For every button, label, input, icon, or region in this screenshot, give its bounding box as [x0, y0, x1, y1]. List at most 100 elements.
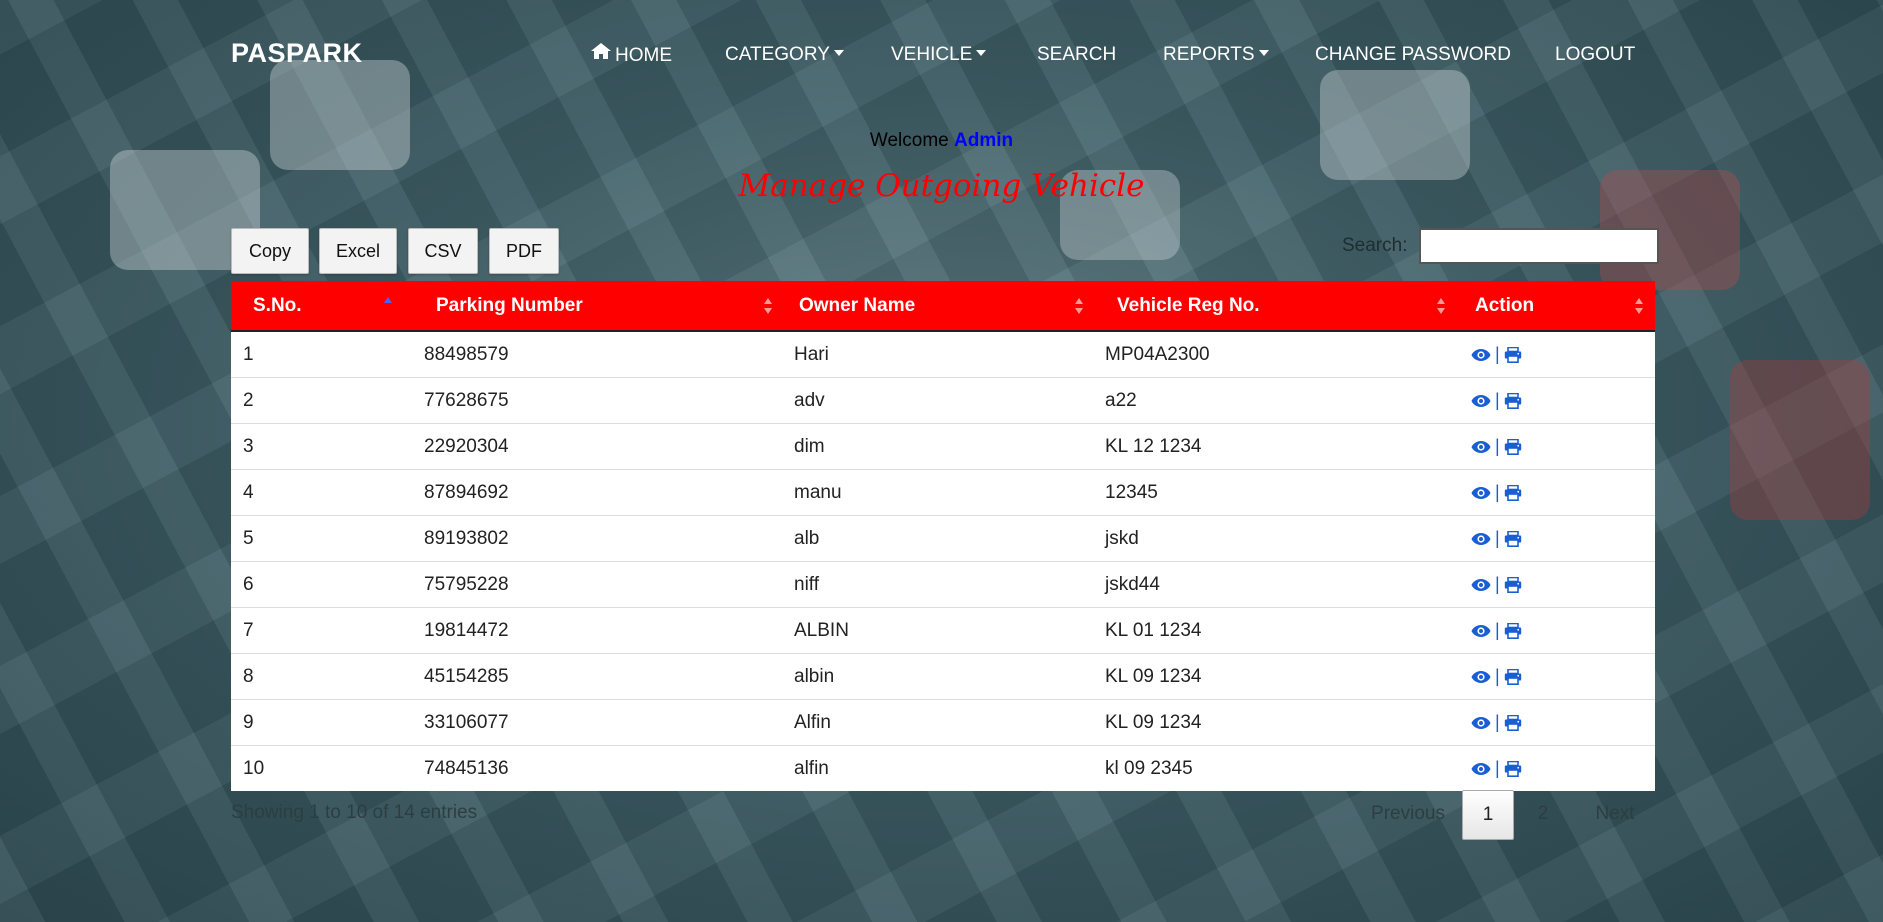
action-group: |: [1471, 666, 1522, 687]
nav-category[interactable]: CATEGORY: [725, 44, 844, 66]
cell-sno: 4: [243, 481, 254, 503]
column-header-label: S.No.: [253, 294, 302, 316]
nav-logout[interactable]: LOGOUT: [1555, 44, 1635, 66]
print-icon[interactable]: [1504, 484, 1522, 501]
cell-action: |: [1457, 378, 1655, 423]
column-header-owner-name[interactable]: Owner Name: [784, 281, 1095, 330]
column-header-parking-number[interactable]: Parking Number: [414, 281, 784, 330]
eye-icon[interactable]: [1471, 486, 1491, 500]
cell-parking-number: 89193802: [424, 527, 509, 549]
action-separator: |: [1495, 666, 1500, 686]
action-group: |: [1471, 620, 1522, 641]
column-header-vehicle-reg[interactable]: Vehicle Reg No.: [1095, 281, 1457, 330]
table-row: 4 87894692 manu 12345 |: [231, 469, 1655, 515]
print-icon[interactable]: [1504, 622, 1522, 639]
eye-icon[interactable]: [1471, 624, 1491, 638]
action-group: |: [1471, 390, 1522, 411]
action-group: |: [1471, 482, 1522, 503]
cell-owner-name: alfin: [794, 757, 829, 779]
cell-vehicle-reg: jskd44: [1105, 573, 1160, 595]
sort-icon: [1437, 298, 1445, 314]
print-icon[interactable]: [1504, 714, 1522, 731]
cell-owner-name: ALBIN: [794, 619, 849, 641]
copy-button[interactable]: Copy: [231, 228, 309, 274]
eye-icon[interactable]: [1471, 440, 1491, 454]
action-separator: |: [1495, 758, 1500, 778]
caret-down-icon: [833, 49, 844, 56]
brand-logo[interactable]: PASPARK: [231, 38, 363, 69]
welcome-user: Admin: [954, 130, 1014, 151]
page-title: Manage Outgoing Vehicle: [738, 168, 1145, 204]
eye-icon[interactable]: [1471, 532, 1491, 546]
nav-reports-label: REPORTS: [1163, 44, 1255, 65]
table-row: 7 19814472 ALBIN KL 01 1234 |: [231, 607, 1655, 653]
nav-vehicle[interactable]: VEHICLE: [891, 44, 987, 66]
cell-sno: 6: [243, 573, 254, 595]
cell-vehicle-reg: KL 09 1234: [1105, 665, 1202, 687]
welcome-prefix: Welcome: [869, 130, 949, 151]
vehicle-table: S.No. Parking Number Owner Name Vehicle …: [231, 281, 1655, 791]
print-icon[interactable]: [1504, 668, 1522, 685]
cell-vehicle-reg: KL 12 1234: [1105, 435, 1202, 457]
column-header-action[interactable]: Action: [1457, 281, 1655, 330]
cell-sno: 8: [243, 665, 254, 687]
cell-sno: 5: [243, 527, 254, 549]
print-icon[interactable]: [1504, 530, 1522, 547]
eye-icon[interactable]: [1471, 394, 1491, 408]
csv-button[interactable]: CSV: [408, 228, 478, 274]
eye-icon[interactable]: [1471, 716, 1491, 730]
column-header-sno[interactable]: S.No.: [231, 281, 414, 330]
nav-change-password[interactable]: CHANGE PASSWORD: [1315, 44, 1511, 66]
cell-action: |: [1457, 700, 1655, 745]
pagination-next[interactable]: Next: [1580, 790, 1650, 838]
home-icon: [590, 42, 612, 66]
nav-search[interactable]: SEARCH: [1037, 44, 1116, 66]
action-group: |: [1471, 436, 1522, 457]
pagination-page-2[interactable]: 2: [1518, 790, 1568, 838]
cell-vehicle-reg: jskd: [1105, 527, 1139, 549]
cell-vehicle-reg: a22: [1105, 389, 1137, 411]
print-icon[interactable]: [1504, 438, 1522, 455]
caret-down-icon: [1258, 49, 1269, 56]
cell-action: |: [1457, 608, 1655, 653]
eye-icon[interactable]: [1471, 348, 1491, 362]
excel-button[interactable]: Excel: [319, 228, 397, 274]
eye-icon[interactable]: [1471, 762, 1491, 776]
cell-sno: 9: [243, 711, 254, 733]
cell-action: |: [1457, 424, 1655, 469]
background-decor: [1730, 360, 1870, 520]
nav-reports[interactable]: REPORTS: [1163, 44, 1269, 66]
cell-vehicle-reg: 12345: [1105, 481, 1158, 503]
nav-home[interactable]: HOME: [590, 42, 672, 68]
print-icon[interactable]: [1504, 760, 1522, 777]
pagination-page-1[interactable]: 1: [1462, 790, 1514, 840]
cell-owner-name: niff: [794, 573, 820, 595]
search-input[interactable]: [1419, 228, 1659, 264]
print-icon[interactable]: [1504, 576, 1522, 593]
action-group: |: [1471, 344, 1522, 365]
print-icon[interactable]: [1504, 346, 1522, 363]
sort-icon: [764, 298, 772, 314]
table-row: 1 88498579 Hari MP04A2300 |: [231, 332, 1655, 377]
table-header: S.No. Parking Number Owner Name Vehicle …: [231, 281, 1655, 332]
cell-parking-number: 19814472: [424, 619, 509, 641]
eye-icon[interactable]: [1471, 670, 1491, 684]
action-separator: |: [1495, 436, 1500, 456]
cell-sno: 7: [243, 619, 254, 641]
cell-owner-name: dim: [794, 435, 825, 457]
cell-vehicle-reg: kl 09 2345: [1105, 757, 1193, 779]
action-separator: |: [1495, 344, 1500, 364]
search-label: Search:: [1342, 235, 1408, 256]
cell-action: |: [1457, 562, 1655, 607]
table-body: 1 88498579 Hari MP04A2300 | 2 77628675 adv a22 | 3…: [231, 332, 1655, 791]
cell-owner-name: albin: [794, 665, 835, 687]
print-icon[interactable]: [1504, 392, 1522, 409]
cell-action: |: [1457, 654, 1655, 699]
cell-parking-number: 22920304: [424, 435, 509, 457]
pagination-previous[interactable]: Previous: [1358, 790, 1458, 838]
cell-parking-number: 75795228: [424, 573, 509, 595]
eye-icon[interactable]: [1471, 578, 1491, 592]
action-group: |: [1471, 528, 1522, 549]
welcome-message: Welcome Admin: [0, 130, 1883, 152]
pdf-button[interactable]: PDF: [489, 228, 559, 274]
